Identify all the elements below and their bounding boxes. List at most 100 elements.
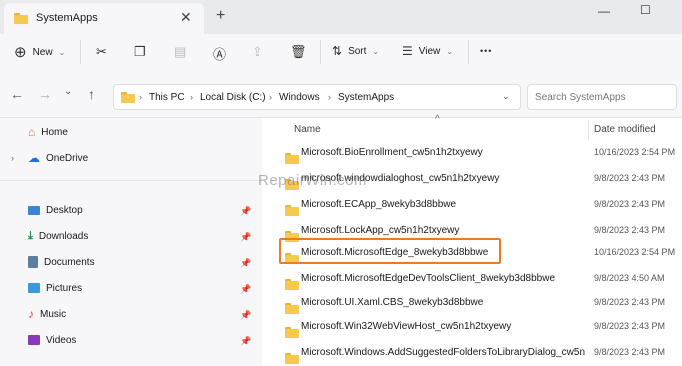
music-icon: ♪ xyxy=(28,307,34,321)
more-options-button[interactable]: ••• xyxy=(480,46,492,56)
home-icon: ⌂ xyxy=(28,125,36,139)
file-row[interactable]: Microsoft.ECApp_8wekyb3d8bbwe 9/8/2023 2… xyxy=(282,193,682,216)
minimize-button[interactable]: — xyxy=(598,4,610,18)
expand-chevron-icon[interactable]: › xyxy=(11,153,14,163)
breadcrumb-systemapps[interactable]: SystemApps xyxy=(338,92,394,103)
file-name: Microsoft.LockApp_cw5n1h2txyewy xyxy=(301,224,460,236)
new-tab-button[interactable]: + xyxy=(216,7,225,25)
plus-circle-icon: ⊕ xyxy=(14,44,27,61)
highlight-box xyxy=(279,238,501,264)
nav-item-documents[interactable]: Documents xyxy=(28,252,95,272)
breadcrumb-this-pc[interactable]: This PC xyxy=(149,92,185,103)
rename-icon[interactable]: Ⓐ xyxy=(213,44,226,63)
column-divider[interactable] xyxy=(588,120,589,140)
nav-item-home[interactable]: ⌂ Home xyxy=(28,122,68,142)
file-name: Microsoft.BioEnrollment_cw5n1h2txyewy xyxy=(301,146,483,158)
folder-icon xyxy=(285,278,299,290)
chevron-down-icon: ⌄ xyxy=(446,46,453,56)
folder-icon xyxy=(121,92,135,103)
nav-item-label: Music xyxy=(40,308,67,320)
nav-item-videos[interactable]: Videos xyxy=(28,330,76,350)
pin-icon[interactable]: 📌 xyxy=(240,336,251,347)
toolbar-divider xyxy=(320,40,321,64)
nav-item-downloads[interactable]: ⤓ Downloads xyxy=(28,226,88,246)
search-box[interactable]: Search SystemApps xyxy=(527,84,677,110)
file-name: Microsoft.MicrosoftEdgeDevToolsClient_8w… xyxy=(301,272,556,284)
folder-icon xyxy=(285,152,299,164)
pin-icon[interactable]: 📌 xyxy=(240,258,251,269)
nav-item-pictures[interactable]: Pictures xyxy=(28,278,82,298)
file-name: Microsoft.UI.Xaml.CBS_8wekyb3d8bbwe xyxy=(301,296,484,308)
folder-icon xyxy=(285,204,299,216)
close-tab-icon[interactable]: ✕ xyxy=(180,9,192,26)
forward-arrow-icon[interactable]: → xyxy=(38,86,52,102)
file-row[interactable]: Microsoft.MicrosoftEdgeDevToolsClient_8w… xyxy=(282,267,682,290)
pin-icon[interactable]: 📌 xyxy=(240,310,251,321)
sort-button[interactable]: ⇅ Sort ⌄ xyxy=(332,44,379,58)
pin-icon[interactable]: 📌 xyxy=(240,232,251,243)
folder-icon xyxy=(14,13,28,24)
file-date: 9/8/2023 2:43 PM xyxy=(594,297,666,307)
file-date: 10/16/2023 2:54 PM xyxy=(594,147,676,157)
file-date: 9/8/2023 2:43 PM xyxy=(594,199,666,209)
nav-divider xyxy=(0,180,262,181)
nav-item-label: Home xyxy=(41,126,68,138)
cloud-icon: ☁ xyxy=(28,151,40,165)
breadcrumb-windows[interactable]: Windows xyxy=(279,92,320,103)
pin-icon[interactable]: 📌 xyxy=(240,206,251,217)
folder-icon xyxy=(285,302,299,314)
nav-item-label: Pictures xyxy=(46,282,83,294)
up-arrow-icon[interactable]: ↑ xyxy=(88,86,95,102)
view-label: View xyxy=(418,45,441,57)
file-date: 9/8/2023 2:43 PM xyxy=(594,225,666,235)
title-bar: SystemApps ✕ + — ☐ xyxy=(0,0,682,34)
nav-item-music[interactable]: ♪ Music xyxy=(28,304,66,324)
column-header-date[interactable]: Date modified xyxy=(594,124,656,135)
address-dropdown-icon[interactable]: ⌄ xyxy=(502,91,510,102)
nav-item-desktop[interactable]: Desktop xyxy=(28,200,83,220)
address-bar[interactable]: › This PC › Local Disk (C:) › Windows › … xyxy=(113,84,521,110)
view-button[interactable]: ☰ View ⌄ xyxy=(402,44,453,58)
file-name: Microsoft.Windows.AddSuggestedFoldersToL… xyxy=(301,346,586,358)
document-icon xyxy=(28,256,38,268)
back-arrow-icon[interactable]: ← xyxy=(10,86,24,102)
file-row[interactable]: Microsoft.UI.Xaml.CBS_8wekyb3d8bbwe 9/8/… xyxy=(282,291,682,314)
download-icon: ⤓ xyxy=(28,229,33,242)
nav-item-label: Downloads xyxy=(38,230,89,242)
file-date: 9/8/2023 2:43 PM xyxy=(594,173,666,183)
maximize-button[interactable]: ☐ xyxy=(640,3,651,17)
sort-icon: ⇅ xyxy=(332,44,343,58)
pin-icon[interactable]: 📌 xyxy=(240,284,251,295)
delete-icon[interactable]: 🗑 xyxy=(290,44,307,60)
cut-icon[interactable]: ✂ xyxy=(96,44,107,60)
column-header-name[interactable]: Name xyxy=(294,124,321,135)
desktop-icon xyxy=(28,205,40,215)
breadcrumb-separator: › xyxy=(190,92,193,102)
share-icon[interactable]: ⇪ xyxy=(252,44,263,60)
copy-icon[interactable]: ❐ xyxy=(134,44,146,60)
recent-chevron-icon[interactable]: ⌄ xyxy=(64,86,72,97)
nav-item-label: Documents xyxy=(44,256,95,268)
breadcrumb-local-disk[interactable]: Local Disk (C:) xyxy=(200,92,266,103)
toolbar-divider xyxy=(80,40,81,64)
toolbar-divider xyxy=(468,40,469,64)
tab-title: SystemApps xyxy=(36,12,98,24)
sort-label: Sort xyxy=(348,45,367,57)
folder-icon xyxy=(285,352,299,364)
file-row[interactable]: Microsoft.Win32WebViewHost_cw5n1h2txyewy… xyxy=(282,315,682,338)
navigation-pane: ⌂ Home › ☁ OneDrive Desktop 📌 ⤓ Download… xyxy=(0,118,262,366)
new-label: New xyxy=(32,46,53,58)
nav-item-label: Videos xyxy=(46,334,77,346)
paste-icon[interactable]: ▤ xyxy=(174,44,186,60)
file-date: 9/8/2023 2:43 PM xyxy=(594,347,666,357)
file-row[interactable]: Microsoft.Windows.AddSuggestedFoldersToL… xyxy=(282,341,682,364)
tab-systemapps[interactable]: SystemApps ✕ xyxy=(4,3,204,34)
watermark-text: RepairWin.com xyxy=(258,172,368,189)
breadcrumb-separator: › xyxy=(328,92,331,102)
command-bar: ⊕ New ⌄ ✂ ❐ ▤ Ⓐ ⇪ 🗑 ⇅ Sort ⌄ ☰ View ⌄ ••… xyxy=(0,34,682,72)
file-row[interactable]: Microsoft.BioEnrollment_cw5n1h2txyewy 10… xyxy=(282,141,682,164)
nav-item-label: Desktop xyxy=(46,204,83,216)
new-button[interactable]: ⊕ New ⌄ xyxy=(14,43,65,61)
nav-item-onedrive[interactable]: ☁ OneDrive xyxy=(28,148,88,168)
search-input[interactable]: Search SystemApps xyxy=(535,92,626,103)
